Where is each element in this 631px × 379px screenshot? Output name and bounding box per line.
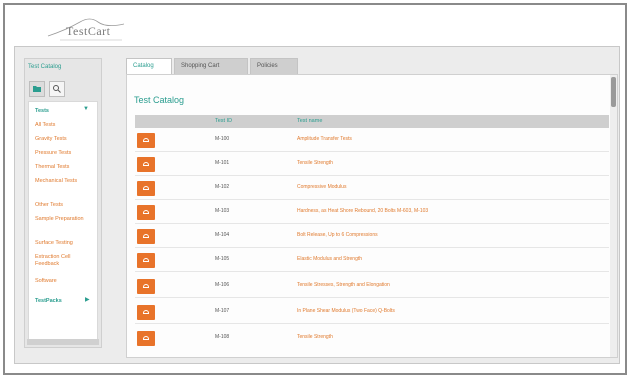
- test-name-link[interactable]: Hardness, as Heat Shore Rebound, 20 Bolt…: [297, 208, 428, 214]
- test-name-link[interactable]: Tensile Strength: [297, 334, 333, 340]
- row-divider: [135, 271, 609, 272]
- chevron-right-icon[interactable]: ▶: [85, 296, 90, 303]
- test-id: M-108: [215, 334, 230, 340]
- add-to-cart-button[interactable]: [137, 205, 155, 220]
- sidebar-list: Tests ▼ All Tests Gravity Tests Pressure…: [28, 101, 98, 343]
- table-row: M-108 Tensile Strength: [135, 326, 609, 350]
- sidebar-scrollbar[interactable]: [27, 339, 99, 345]
- table-row: M-101 Tensile Strength: [135, 152, 609, 176]
- table-row: M-103 Hardness, as Heat Shore Rebound, 2…: [135, 200, 609, 224]
- add-to-cart-button[interactable]: [137, 331, 155, 346]
- row-divider: [135, 323, 609, 324]
- logo-text: TestCart: [66, 24, 111, 38]
- table-row: M-107 In Plane Shear Modulus (Two Face) …: [135, 300, 609, 324]
- add-to-cart-button[interactable]: [137, 253, 155, 268]
- sidebar-item-other-tests[interactable]: Other Tests: [35, 202, 89, 209]
- sidebar-item-extraction-cell[interactable]: Extraction Cell Feedback: [35, 254, 89, 268]
- scrollbar-thumb[interactable]: [611, 77, 616, 107]
- search-button[interactable]: [49, 81, 65, 97]
- column-header-test-name[interactable]: Test name: [297, 118, 322, 124]
- add-to-cart-button[interactable]: [137, 181, 155, 196]
- test-id: M-107: [215, 308, 230, 314]
- table-row: M-105 Elastic Modulus and Strength: [135, 248, 609, 272]
- table-row: M-104 Bolt Release, Up to 6 Compressions: [135, 224, 609, 248]
- sidebar-item-surface-testing[interactable]: Surface Testing: [35, 240, 89, 247]
- test-id: M-106: [215, 282, 230, 288]
- catalog-panel: Test Catalog Test ID Test name M-100 Amp…: [126, 74, 618, 358]
- sidebar-title: Test Catalog: [28, 64, 62, 70]
- test-id: M-103: [215, 208, 230, 214]
- test-name-link[interactable]: Amplitude Transfer Tests: [297, 136, 352, 142]
- sidebar-toolbar: [27, 81, 99, 97]
- test-name-link[interactable]: In Plane Shear Modulus (Two Face) Q-Bolt…: [297, 308, 395, 314]
- column-header-test-id[interactable]: Test ID: [215, 118, 232, 124]
- folder-icon: [33, 86, 41, 92]
- tab-catalog[interactable]: Catalog: [126, 58, 172, 74]
- sidebar-item-software[interactable]: Software: [35, 278, 89, 285]
- add-to-cart-button[interactable]: [137, 279, 155, 294]
- table-header: Test ID Test name: [135, 115, 609, 128]
- tab-policies[interactable]: Policies: [250, 58, 298, 74]
- test-name-link[interactable]: Bolt Release, Up to 6 Compressions: [297, 232, 378, 238]
- table-row: M-106 Tensile Stresses, Strength and Elo…: [135, 274, 609, 298]
- test-id: M-101: [215, 160, 230, 166]
- row-divider: [135, 297, 609, 298]
- chevron-down-icon[interactable]: ▼: [83, 106, 89, 112]
- sidebar-item-gravity-tests[interactable]: Gravity Tests: [35, 136, 89, 143]
- tab-shopping-cart[interactable]: Shopping Cart: [174, 58, 248, 74]
- add-to-cart-button[interactable]: [137, 133, 155, 148]
- test-id: M-104: [215, 232, 230, 238]
- test-id: M-105: [215, 256, 230, 262]
- test-name-link[interactable]: Compressive Modulus: [297, 184, 346, 190]
- page-title: Test Catalog: [134, 95, 185, 105]
- main-scrollbar[interactable]: [610, 75, 617, 357]
- test-name-link[interactable]: Tensile Stresses, Strength and Elongatio…: [297, 282, 390, 288]
- table-row: M-102 Compressive Modulus: [135, 176, 609, 200]
- sidebar-item-sample-preparation[interactable]: Sample Preparation: [35, 216, 89, 223]
- sidebar: Test Catalog Tests ▼ All Tests Gravity T…: [24, 58, 102, 348]
- search-icon: [53, 85, 61, 93]
- sidebar-item-mechanical-tests[interactable]: Mechanical Tests: [35, 178, 89, 185]
- test-id: M-102: [215, 184, 230, 190]
- add-to-cart-button[interactable]: [137, 305, 155, 320]
- folder-button[interactable]: [29, 81, 45, 97]
- sidebar-item-pressure-tests[interactable]: Pressure Tests: [35, 150, 89, 157]
- sidebar-item-testpacks[interactable]: TestPacks: [35, 298, 62, 304]
- sidebar-section-tests[interactable]: Tests: [35, 108, 49, 114]
- add-to-cart-button[interactable]: [137, 157, 155, 172]
- sidebar-item-all-tests[interactable]: All Tests: [35, 122, 89, 129]
- test-id: M-100: [215, 136, 230, 142]
- sidebar-item-thermal-tests[interactable]: Thermal Tests: [35, 164, 89, 171]
- test-name-link[interactable]: Tensile Strength: [297, 160, 333, 166]
- add-to-cart-button[interactable]: [137, 229, 155, 244]
- test-name-link[interactable]: Elastic Modulus and Strength: [297, 256, 362, 262]
- table-row: M-100 Amplitude Transfer Tests: [135, 128, 609, 152]
